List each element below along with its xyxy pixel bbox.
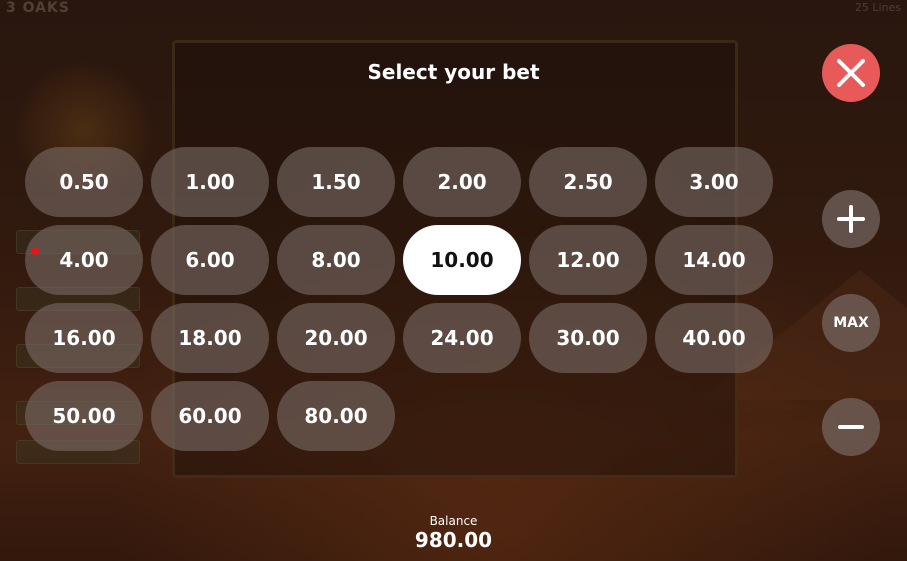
balance-value: 980.00 <box>414 528 493 552</box>
indicator-dot <box>31 247 39 255</box>
bet-option[interactable]: 3.00 <box>655 147 773 217</box>
bet-option[interactable]: 0.50 <box>25 147 143 217</box>
decrease-bet-button[interactable] <box>822 398 880 456</box>
close-icon <box>837 59 865 87</box>
bet-option[interactable]: 16.00 <box>25 303 143 373</box>
increase-bet-button[interactable] <box>822 190 880 248</box>
bet-option[interactable]: 4.00 <box>25 225 143 295</box>
bet-option[interactable]: 50.00 <box>25 381 143 451</box>
bet-option[interactable]: 1.00 <box>151 147 269 217</box>
bet-option[interactable]: 40.00 <box>655 303 773 373</box>
dialog-title: Select your bet <box>367 60 540 84</box>
bet-option[interactable]: 60.00 <box>151 381 269 451</box>
bet-option[interactable]: 14.00 <box>655 225 773 295</box>
minus-icon <box>838 425 864 429</box>
bet-option[interactable]: 30.00 <box>529 303 647 373</box>
bet-option-selected[interactable]: 10.00 <box>403 225 521 295</box>
bet-option[interactable]: 24.00 <box>403 303 521 373</box>
bet-options-grid: 0.50 1.00 1.50 2.00 2.50 3.00 4.00 6.00 … <box>25 147 773 451</box>
balance-display: Balance 980.00 <box>0 514 907 552</box>
bet-option[interactable]: 12.00 <box>529 225 647 295</box>
bet-option[interactable]: 18.00 <box>151 303 269 373</box>
bet-option[interactable]: 20.00 <box>277 303 395 373</box>
balance-label: Balance <box>429 514 478 528</box>
plus-icon <box>837 205 865 233</box>
max-bet-button[interactable]: MAX <box>822 294 880 352</box>
close-button[interactable] <box>822 44 880 102</box>
bet-option[interactable]: 1.50 <box>277 147 395 217</box>
bet-option[interactable]: 2.00 <box>403 147 521 217</box>
bet-option[interactable]: 8.00 <box>277 225 395 295</box>
bet-option[interactable]: 6.00 <box>151 225 269 295</box>
bet-option[interactable]: 2.50 <box>529 147 647 217</box>
bet-option[interactable]: 80.00 <box>277 381 395 451</box>
game-screen: 3 OAKS 25 Lines Select your bet 0.50 1.0… <box>0 0 907 561</box>
